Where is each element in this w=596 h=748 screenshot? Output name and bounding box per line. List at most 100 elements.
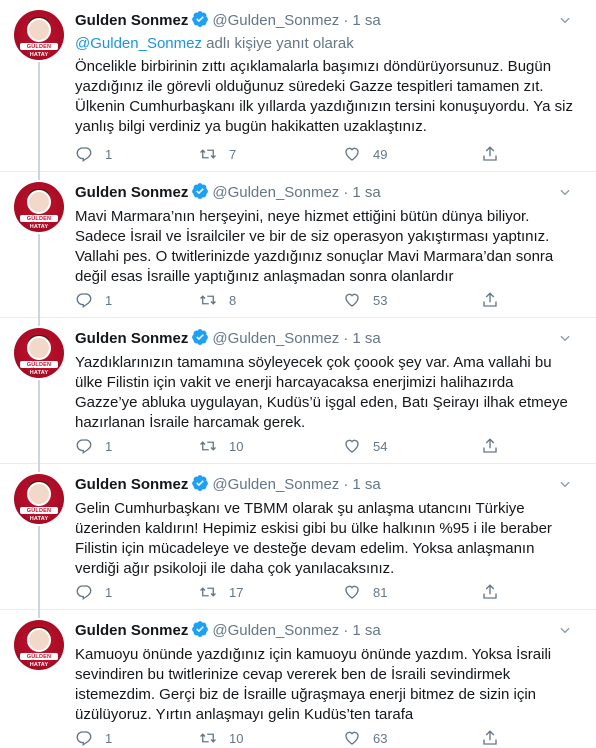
like-count: 53 [373,292,388,308]
retweet-count: 7 [229,146,237,162]
verified-badge-icon [192,475,209,491]
chevron-down-icon[interactable] [558,623,572,637]
reply-button[interactable]: 1 [75,728,112,748]
share-button[interactable] [481,144,499,164]
reply-icon [76,147,92,163]
like-count: 54 [373,438,388,454]
retweet-button[interactable]: 17 [199,582,243,602]
timestamp[interactable]: 1 sa [352,12,380,29]
like-button[interactable]: 54 [343,436,387,456]
user-handle[interactable]: @Gulden_Sonmez [212,184,339,201]
avatar[interactable]: GÜLDEN SÖNMEZ HATAY [14,328,64,378]
avatar[interactable]: GÜLDEN SÖNMEZ HATAY [14,620,64,670]
avatar[interactable]: GÜLDEN SÖNMEZ HATAY [14,10,64,60]
like-button[interactable]: 63 [343,728,387,748]
retweet-button[interactable]: 8 [199,290,236,310]
timestamp[interactable]: 1 sa [352,330,380,347]
share-icon [483,146,497,161]
thread-connector [38,380,40,464]
share-icon [483,292,497,307]
tweet-text: Kamuoyu önünde yazdığınız için kamuoyu ö… [75,646,552,723]
tweet-text: Yazdıklarınızın tamamına söyleyecek çok … [75,354,568,431]
share-button[interactable] [481,728,499,748]
avatar-sublabel: HATAY [29,52,49,58]
retweet-count: 10 [229,730,244,746]
tweet-header: Gulden Sonmez @Gulden_Sonmez · 1 sa [75,474,580,496]
display-name[interactable]: Gulden Sonmez [75,330,188,347]
like-button[interactable]: 53 [343,290,387,310]
tweet[interactable]: GÜLDEN SÖNMEZ HATAY Gulden Sonmez @Gulden… [0,610,596,748]
avatar-sublabel: HATAY [29,662,49,668]
display-name[interactable]: Gulden Sonmez [75,184,188,201]
timestamp[interactable]: 1 sa [352,184,380,201]
share-icon [483,730,497,745]
timestamp[interactable]: 1 sa [352,476,380,493]
chevron-down-icon[interactable] [558,185,572,199]
thread-connector [38,610,40,618]
avatar[interactable]: GÜLDEN SÖNMEZ HATAY [14,474,64,524]
timestamp[interactable]: 1 sa [352,622,380,639]
like-button[interactable]: 81 [343,582,387,602]
tweet-header: Gulden Sonmez @Gulden_Sonmez · 1 sa [75,182,580,204]
reply-button[interactable]: 1 [75,144,112,164]
user-handle[interactable]: @Gulden_Sonmez [212,622,339,639]
tweet-header: Gulden Sonmez @Gulden_Sonmez · 1 sa [75,328,580,350]
tweet-actions: 1 10 63 [75,728,505,748]
reply-to-link[interactable]: @Gulden_Sonmez [75,35,202,52]
chevron-down-icon[interactable] [558,331,572,345]
display-name[interactable]: Gulden Sonmez [75,12,188,29]
thread-connector [38,526,40,610]
reply-count: 1 [105,584,113,600]
verified-badge-icon [192,329,209,345]
avatar[interactable]: GÜLDEN SÖNMEZ HATAY [14,182,64,232]
reply-button[interactable]: 1 [75,436,112,456]
tweet-text: Öncelikle birbirinin zıttı açıklamalarla… [75,58,574,135]
tweet[interactable]: GÜLDEN SÖNMEZ HATAY Gulden Sonmez @Gulden… [0,318,596,464]
reply-button[interactable]: 1 [75,582,112,602]
display-name[interactable]: Gulden Sonmez [75,622,188,639]
tweet-actions: 1 8 53 [75,290,505,310]
user-handle[interactable]: @Gulden_Sonmez [212,476,339,493]
heart-icon [345,731,359,745]
tweet[interactable]: GÜLDEN SÖNMEZ HATAY Gulden Sonmez @Gulden… [0,172,596,318]
separator-dot: · [343,184,349,201]
tweet[interactable]: GÜLDEN SÖNMEZ HATAY Gulden Sonmez @Gulden… [0,0,596,172]
thread-connector [38,318,40,326]
like-button[interactable]: 49 [343,144,387,164]
thread-connector [38,234,40,318]
reply-count: 1 [105,730,113,746]
reply-count: 1 [105,292,113,308]
user-handle[interactable]: @Gulden_Sonmez [212,12,339,29]
tweet-thread: GÜLDEN SÖNMEZ HATAY Gulden Sonmez @Gulden… [0,0,596,748]
separator-dot: · [343,12,349,29]
chevron-down-icon[interactable] [558,13,572,27]
share-button[interactable] [481,582,499,602]
share-button[interactable] [481,436,499,456]
reply-button[interactable]: 1 [75,290,112,310]
reply-count: 1 [105,146,113,162]
tweet-actions: 1 7 49 [75,144,505,164]
user-handle[interactable]: @Gulden_Sonmez [212,330,339,347]
retweet-button[interactable]: 7 [199,144,236,164]
retweet-button[interactable]: 10 [199,436,243,456]
reply-icon [76,293,92,309]
avatar-sublabel: HATAY [29,370,49,376]
retweet-button[interactable]: 10 [199,728,243,748]
retweet-count: 17 [229,584,244,600]
thread-connector [38,172,40,180]
tweet[interactable]: GÜLDEN SÖNMEZ HATAY Gulden Sonmez @Gulden… [0,464,596,610]
display-name[interactable]: Gulden Sonmez [75,476,188,493]
like-count: 49 [373,146,388,162]
verified-badge-icon [192,11,209,27]
chevron-down-icon[interactable] [558,477,572,491]
reply-count: 1 [105,438,113,454]
tweet-actions: 1 17 81 [75,582,505,602]
verified-badge-icon [192,621,209,637]
retweet-icon [200,441,216,451]
thread-connector [38,62,40,172]
thread-connector [38,464,40,472]
reply-icon [76,585,92,601]
retweet-count: 8 [229,292,237,308]
share-icon [483,438,497,453]
share-button[interactable] [481,290,499,310]
